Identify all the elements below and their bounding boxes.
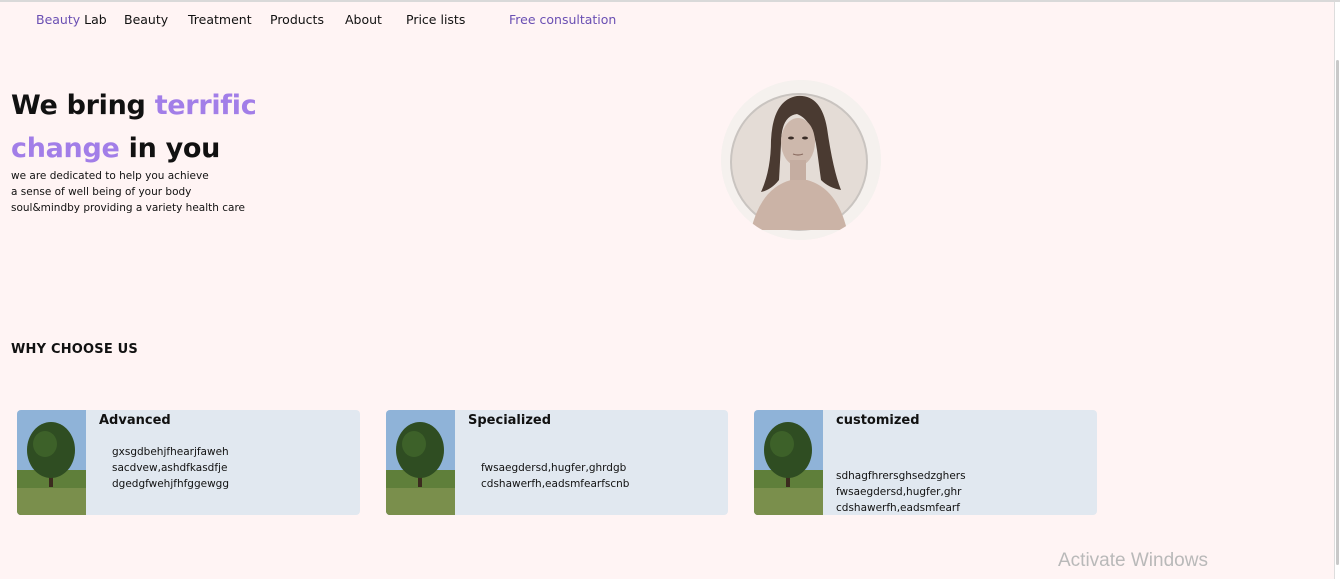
feature-card-advanced[interactable]: Advanced gxsgdbehjfhearjfaweh sacdvew,as… [17, 410, 360, 515]
hero-title-part2: in you [119, 133, 221, 164]
card-line: sdhagfhrersghsedzghers [836, 470, 966, 482]
scrollbar-thumb[interactable] [1336, 60, 1339, 565]
nav-link-price-lists[interactable]: Price lists [406, 12, 465, 27]
card-line: sacdvew,ashdfkasdfje [112, 462, 228, 474]
tree-illustration [17, 410, 86, 515]
card-line: cdshawerfh,eadsmfearfscnb [481, 478, 630, 490]
hero-description: we are dedicated to help you achieve a s… [11, 168, 245, 216]
feature-card-customized[interactable]: customized sdhagfhrersghsedzghers fwsaeg… [754, 410, 1097, 515]
card-body: gxsgdbehjfhearjfaweh sacdvew,ashdfkasdfj… [112, 444, 229, 492]
hero-desc-line: a sense of well being of your body [11, 186, 192, 198]
nav-link-beauty[interactable]: Beauty [124, 12, 168, 27]
hero-desc-line: soul&mindby providing a variety health c… [11, 202, 245, 214]
hero-title-part1: We bring [11, 90, 155, 121]
brand-logo[interactable]: Beauty Lab [36, 12, 107, 27]
hero-title-accent2: change [11, 133, 120, 164]
card-title: Advanced [99, 413, 171, 428]
free-consultation-link[interactable]: Free consultation [509, 12, 616, 27]
card-line: fwsaegdersd,hugfer,ghrdgb [481, 462, 627, 474]
tree-thumbnail-image [17, 410, 86, 515]
hero-portrait-image [721, 80, 881, 240]
main-nav: Beauty Lab Beauty Treatment Products Abo… [0, 12, 700, 32]
top-border [0, 0, 1340, 2]
why-choose-us-heading: WHY CHOOSE US [11, 342, 138, 357]
scrollbar[interactable] [1334, 2, 1340, 579]
nav-link-about[interactable]: About [345, 12, 382, 27]
tree-thumbnail-image [386, 410, 455, 515]
card-title: Specialized [468, 413, 552, 428]
card-line: fwsaegdersd,hugfer,ghr [836, 486, 962, 498]
hero-title-accent1: terrific [154, 90, 257, 121]
tree-illustration [386, 410, 455, 515]
card-body: fwsaegdersd,hugfer,ghrdgb cdshawerfh,ead… [481, 460, 629, 492]
card-line: cdshawerfh,eadsmfearf [836, 502, 960, 514]
feature-card-specialized[interactable]: Specialized fwsaegdersd,hugfer,ghrdgb cd… [386, 410, 728, 515]
portrait-illustration [721, 80, 881, 240]
card-title: customized [836, 413, 920, 428]
activate-windows-watermark: Activate Windows [1058, 550, 1208, 571]
hero-title: We bring terrific change in you [11, 84, 257, 170]
brand-second-word: Lab [80, 12, 107, 27]
card-line: gxsgdbehjfhearjfaweh [112, 446, 229, 458]
tree-illustration [754, 410, 823, 515]
nav-link-treatment[interactable]: Treatment [188, 12, 252, 27]
nav-link-products[interactable]: Products [270, 12, 324, 27]
card-body: sdhagfhrersghsedzghers fwsaegdersd,hugfe… [836, 468, 966, 515]
brand-first-word: Beauty [36, 12, 81, 27]
hero-desc-line: we are dedicated to help you achieve [11, 170, 209, 182]
card-line: dgedgfwehjfhfggewgg [112, 478, 230, 490]
tree-thumbnail-image [754, 410, 823, 515]
